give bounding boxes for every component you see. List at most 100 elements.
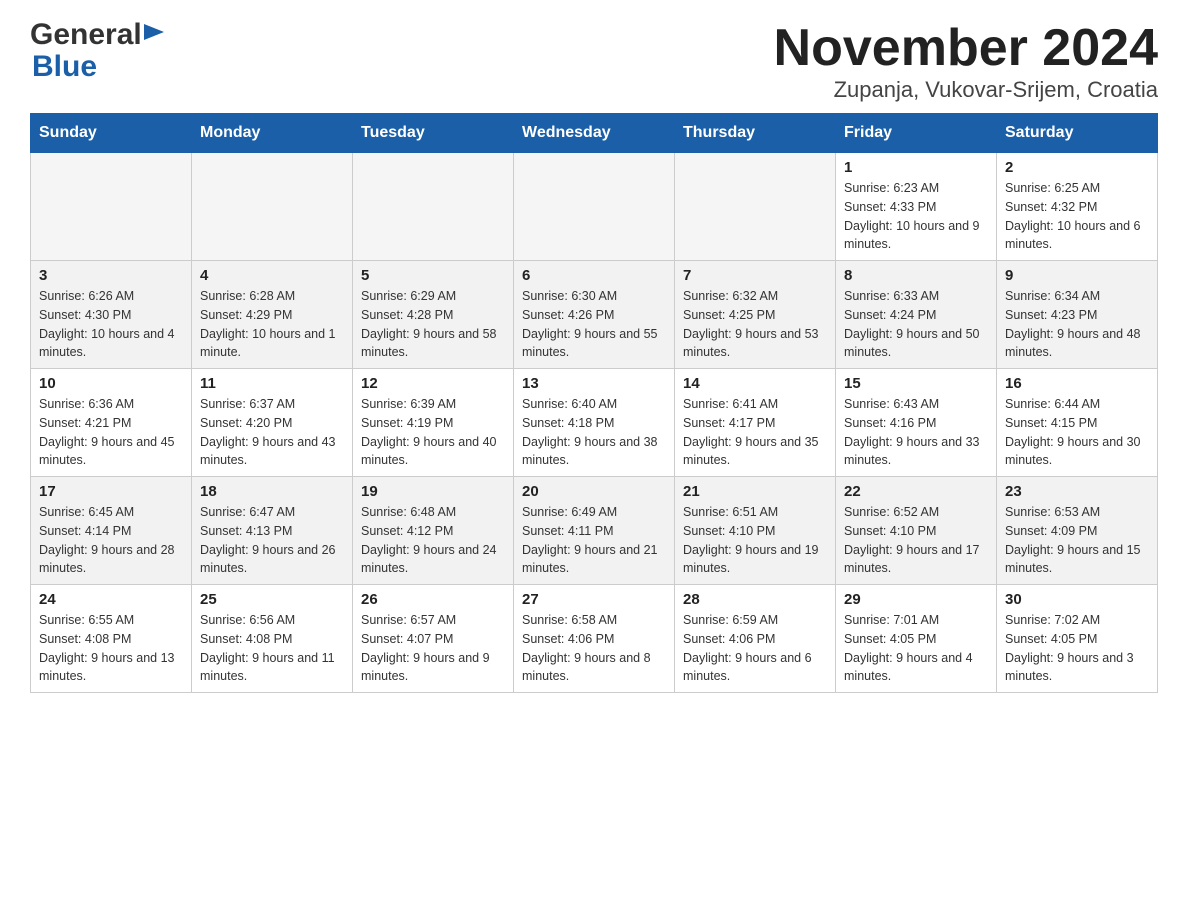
day-info: Sunrise: 6:56 AMSunset: 4:08 PMDaylight:…: [200, 611, 344, 686]
header-tuesday: Tuesday: [353, 114, 514, 153]
calendar-title: November 2024: [774, 20, 1158, 77]
day-info: Sunrise: 6:59 AMSunset: 4:06 PMDaylight:…: [683, 611, 827, 686]
day-number: 29: [844, 591, 988, 608]
day-info: Sunrise: 6:47 AMSunset: 4:13 PMDaylight:…: [200, 503, 344, 578]
day-number: 19: [361, 483, 505, 500]
day-info: Sunrise: 6:53 AMSunset: 4:09 PMDaylight:…: [1005, 503, 1149, 578]
day-info: Sunrise: 6:45 AMSunset: 4:14 PMDaylight:…: [39, 503, 183, 578]
day-number: 21: [683, 483, 827, 500]
header-thursday: Thursday: [675, 114, 836, 153]
table-row: 12 Sunrise: 6:39 AMSunset: 4:19 PMDayligh…: [353, 369, 514, 477]
day-info: Sunrise: 6:28 AMSunset: 4:29 PMDaylight:…: [200, 287, 344, 362]
table-row: 5 Sunrise: 6:29 AMSunset: 4:28 PMDaylight…: [353, 261, 514, 369]
calendar-week-row: 1Sunrise: 6:23 AMSunset: 4:33 PMDaylight…: [31, 153, 1158, 261]
day-number: 22: [844, 483, 988, 500]
day-info: Sunrise: 7:02 AMSunset: 4:05 PMDaylight:…: [1005, 611, 1149, 686]
table-row: 24Sunrise: 6:55 AMSunset: 4:08 PMDayligh…: [31, 585, 192, 693]
table-row: 11 Sunrise: 6:37 AMSunset: 4:20 PMDayligh…: [192, 369, 353, 477]
day-info: Sunrise: 6:29 AMSunset: 4:28 PMDaylight:…: [361, 287, 505, 362]
day-number: 12: [361, 375, 505, 392]
calendar-header-row: Sunday Monday Tuesday Wednesday Thursday…: [31, 114, 1158, 153]
page-header: General Blue November 2024 Zupanja, Vuko…: [30, 20, 1158, 103]
table-row: [353, 153, 514, 261]
day-info: Sunrise: 6:30 AMSunset: 4:26 PMDaylight:…: [522, 287, 666, 362]
calendar-week-row: 24Sunrise: 6:55 AMSunset: 4:08 PMDayligh…: [31, 585, 1158, 693]
header-wednesday: Wednesday: [514, 114, 675, 153]
day-number: 3: [39, 267, 183, 284]
calendar-table: Sunday Monday Tuesday Wednesday Thursday…: [30, 113, 1158, 693]
table-row: 27 Sunrise: 6:58 AMSunset: 4:06 PMDayligh…: [514, 585, 675, 693]
logo-general: General: [30, 20, 142, 50]
day-info: Sunrise: 6:40 AMSunset: 4:18 PMDaylight:…: [522, 395, 666, 470]
header-monday: Monday: [192, 114, 353, 153]
day-info: Sunrise: 6:41 AMSunset: 4:17 PMDaylight:…: [683, 395, 827, 470]
day-number: 17: [39, 483, 183, 500]
day-info: Sunrise: 6:48 AMSunset: 4:12 PMDaylight:…: [361, 503, 505, 578]
day-number: 11: [200, 375, 344, 392]
table-row: [675, 153, 836, 261]
day-number: 14: [683, 375, 827, 392]
table-row: [31, 153, 192, 261]
table-row: 9Sunrise: 6:34 AMSunset: 4:23 PMDaylight…: [997, 261, 1158, 369]
table-row: 29 Sunrise: 7:01 AMSunset: 4:05 PMDayligh…: [836, 585, 997, 693]
table-row: 14 Sunrise: 6:41 AMSunset: 4:17 PMDayligh…: [675, 369, 836, 477]
day-number: 28: [683, 591, 827, 608]
table-row: 19 Sunrise: 6:48 AMSunset: 4:12 PMDayligh…: [353, 477, 514, 585]
table-row: [192, 153, 353, 261]
table-row: 1Sunrise: 6:23 AMSunset: 4:33 PMDaylight…: [836, 153, 997, 261]
day-info: Sunrise: 6:37 AMSunset: 4:20 PMDaylight:…: [200, 395, 344, 470]
day-number: 9: [1005, 267, 1149, 284]
table-row: 3 Sunrise: 6:26 AMSunset: 4:30 PMDaylight…: [31, 261, 192, 369]
day-info: Sunrise: 6:32 AMSunset: 4:25 PMDaylight:…: [683, 287, 827, 362]
day-info: Sunrise: 6:36 AMSunset: 4:21 PMDaylight:…: [39, 395, 183, 470]
table-row: 25 Sunrise: 6:56 AMSunset: 4:08 PMDayligh…: [192, 585, 353, 693]
day-info: Sunrise: 6:52 AMSunset: 4:10 PMDaylight:…: [844, 503, 988, 578]
table-row: 8 Sunrise: 6:33 AMSunset: 4:24 PMDaylight…: [836, 261, 997, 369]
header-sunday: Sunday: [31, 114, 192, 153]
table-row: 23Sunrise: 6:53 AMSunset: 4:09 PMDayligh…: [997, 477, 1158, 585]
day-info: Sunrise: 6:44 AMSunset: 4:15 PMDaylight:…: [1005, 395, 1149, 470]
table-row: [514, 153, 675, 261]
day-info: Sunrise: 6:23 AMSunset: 4:33 PMDaylight:…: [844, 179, 988, 254]
day-info: Sunrise: 6:51 AMSunset: 4:10 PMDaylight:…: [683, 503, 827, 578]
day-number: 10: [39, 375, 183, 392]
table-row: 15 Sunrise: 6:43 AMSunset: 4:16 PMDayligh…: [836, 369, 997, 477]
day-number: 18: [200, 483, 344, 500]
day-info: Sunrise: 6:26 AMSunset: 4:30 PMDaylight:…: [39, 287, 183, 362]
day-number: 16: [1005, 375, 1149, 392]
table-row: 4 Sunrise: 6:28 AMSunset: 4:29 PMDaylight…: [192, 261, 353, 369]
day-number: 15: [844, 375, 988, 392]
day-info: Sunrise: 6:58 AMSunset: 4:06 PMDaylight:…: [522, 611, 666, 686]
title-block: November 2024 Zupanja, Vukovar-Srijem, C…: [774, 20, 1158, 103]
table-row: 6Sunrise: 6:30 AMSunset: 4:26 PMDaylight…: [514, 261, 675, 369]
day-number: 30: [1005, 591, 1149, 608]
day-number: 2: [1005, 159, 1149, 176]
table-row: 28 Sunrise: 6:59 AMSunset: 4:06 PMDayligh…: [675, 585, 836, 693]
table-row: 7Sunrise: 6:32 AMSunset: 4:25 PMDaylight…: [675, 261, 836, 369]
day-number: 5: [361, 267, 505, 284]
day-number: 25: [200, 591, 344, 608]
day-number: 20: [522, 483, 666, 500]
table-row: 13Sunrise: 6:40 AMSunset: 4:18 PMDayligh…: [514, 369, 675, 477]
day-number: 26: [361, 591, 505, 608]
table-row: 10 Sunrise: 6:36 AMSunset: 4:21 PMDayligh…: [31, 369, 192, 477]
day-number: 4: [200, 267, 344, 284]
day-info: Sunrise: 6:39 AMSunset: 4:19 PMDaylight:…: [361, 395, 505, 470]
header-saturday: Saturday: [997, 114, 1158, 153]
table-row: 30 Sunrise: 7:02 AMSunset: 4:05 PMDayligh…: [997, 585, 1158, 693]
day-info: Sunrise: 6:43 AMSunset: 4:16 PMDaylight:…: [844, 395, 988, 470]
day-number: 27: [522, 591, 666, 608]
day-info: Sunrise: 6:33 AMSunset: 4:24 PMDaylight:…: [844, 287, 988, 362]
day-info: Sunrise: 6:49 AMSunset: 4:11 PMDaylight:…: [522, 503, 666, 578]
day-number: 8: [844, 267, 988, 284]
table-row: 16 Sunrise: 6:44 AMSunset: 4:15 PMDayligh…: [997, 369, 1158, 477]
table-row: 17 Sunrise: 6:45 AMSunset: 4:14 PMDayligh…: [31, 477, 192, 585]
day-info: Sunrise: 6:57 AMSunset: 4:07 PMDaylight:…: [361, 611, 505, 686]
table-row: 21 Sunrise: 6:51 AMSunset: 4:10 PMDayligh…: [675, 477, 836, 585]
calendar-subtitle: Zupanja, Vukovar-Srijem, Croatia: [774, 77, 1158, 103]
header-friday: Friday: [836, 114, 997, 153]
calendar-week-row: 10 Sunrise: 6:36 AMSunset: 4:21 PMDayligh…: [31, 369, 1158, 477]
day-info: Sunrise: 6:55 AMSunset: 4:08 PMDaylight:…: [39, 611, 183, 686]
table-row: 2Sunrise: 6:25 AMSunset: 4:32 PMDaylight…: [997, 153, 1158, 261]
day-info: Sunrise: 7:01 AMSunset: 4:05 PMDaylight:…: [844, 611, 988, 686]
